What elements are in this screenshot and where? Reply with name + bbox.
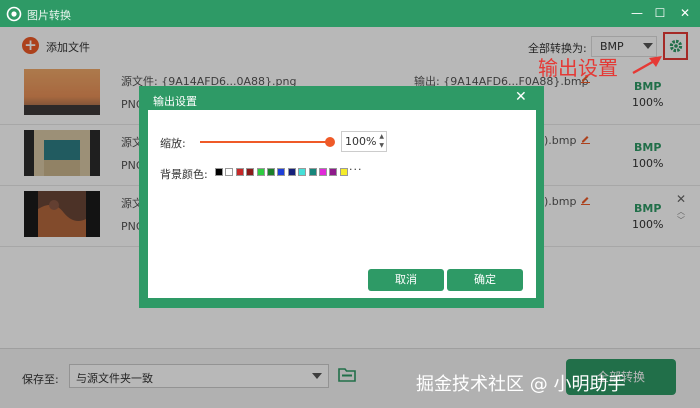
ok-button[interactable]: 确定 xyxy=(447,269,523,291)
watermark: 掘金技术社区 @ 小明助手 xyxy=(416,374,626,395)
cancel-button[interactable]: 取消 xyxy=(368,269,444,291)
output-settings-dialog: 输出设置 ✕ 缩放: 100% ▲ ▼ 背景颜色: ··· 取消 确定 xyxy=(139,86,544,308)
scale-value: 100% xyxy=(345,135,377,148)
color-swatch[interactable] xyxy=(235,168,244,176)
color-swatch[interactable] xyxy=(246,168,255,176)
scale-slider-handle[interactable] xyxy=(325,137,335,147)
maximize-button[interactable]: ☐ xyxy=(652,5,668,21)
color-swatch[interactable] xyxy=(215,168,223,176)
title-bar: 图片转换 — ☐ ✕ xyxy=(0,0,700,27)
background-color-label: 背景颜色: xyxy=(160,168,208,181)
color-swatch[interactable] xyxy=(277,168,286,176)
spin-down-icon[interactable]: ▼ xyxy=(379,142,384,149)
scale-slider[interactable] xyxy=(200,141,331,143)
scale-label: 缩放: xyxy=(160,137,186,150)
dialog-title: 输出设置 xyxy=(153,95,197,108)
color-swatch[interactable] xyxy=(267,168,275,176)
close-icon[interactable]: ✕ xyxy=(515,89,527,105)
color-swatch[interactable] xyxy=(308,168,317,176)
minimize-button[interactable]: — xyxy=(629,5,645,21)
annotation-arrow-icon xyxy=(632,56,662,75)
dialog-body: 缩放: 100% ▲ ▼ 背景颜色: ··· 取消 确定 xyxy=(148,110,536,298)
spin-up-icon[interactable]: ▲ xyxy=(379,133,384,140)
color-swatch[interactable] xyxy=(339,168,348,176)
color-swatch[interactable] xyxy=(329,168,338,176)
window-title: 图片转换 xyxy=(27,9,71,22)
color-swatch[interactable] xyxy=(319,168,327,176)
scale-input[interactable]: 100% ▲ ▼ xyxy=(341,131,387,152)
close-window-button[interactable]: ✕ xyxy=(677,5,693,21)
annotation-label: 输出设置 xyxy=(538,56,618,80)
color-swatch[interactable] xyxy=(256,168,265,176)
color-swatch[interactable] xyxy=(225,168,234,176)
more-colors-button[interactable]: ··· xyxy=(349,163,363,176)
color-swatch[interactable] xyxy=(298,168,307,176)
app-logo-icon xyxy=(6,6,22,22)
color-swatch[interactable] xyxy=(287,168,296,176)
